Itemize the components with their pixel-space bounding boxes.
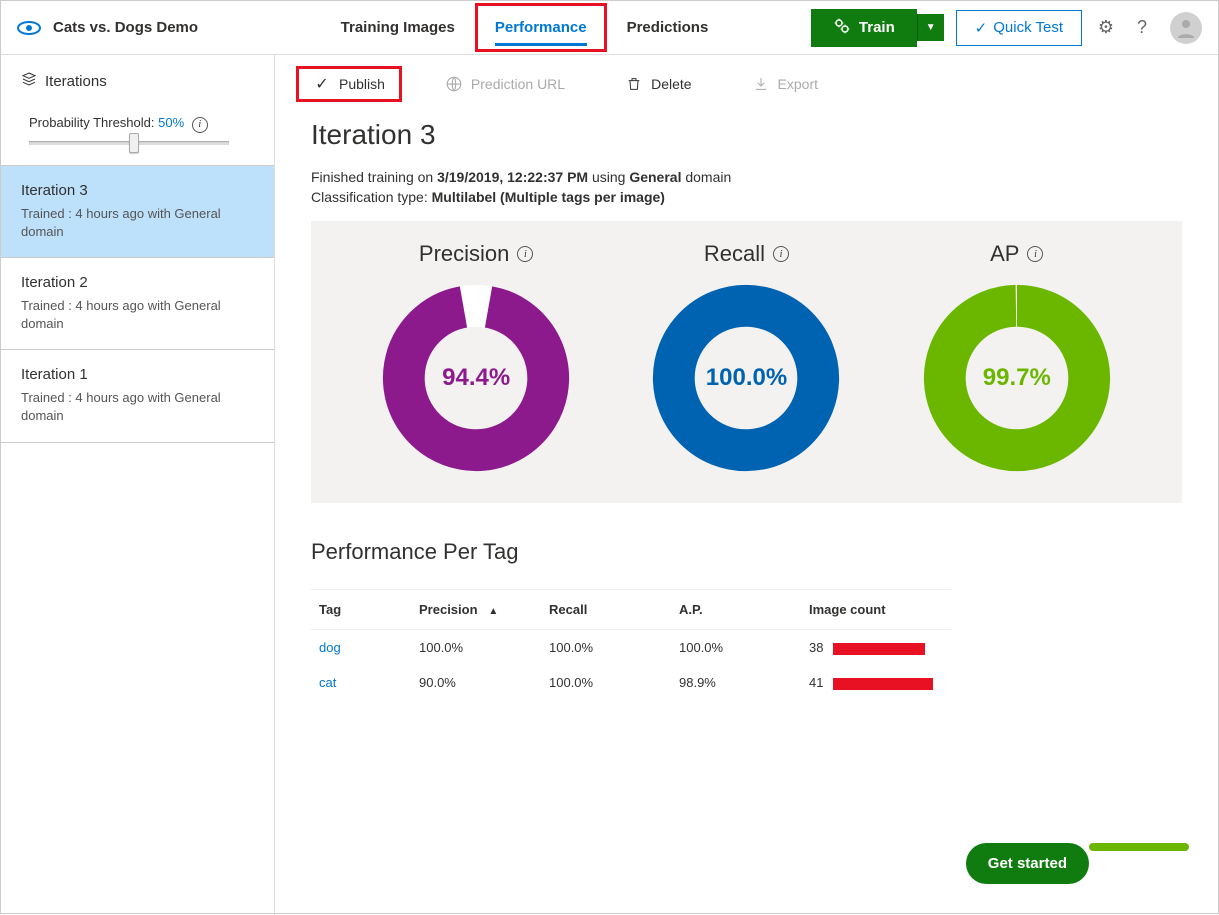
table-row: dog 100.0% 100.0% 100.0% 38 <box>311 630 951 666</box>
count-bar <box>833 643 925 655</box>
threshold-value: 50% <box>158 115 184 130</box>
precision-metric: Precision i 94.4% <box>356 241 596 473</box>
check-icon: ✓ <box>313 75 331 93</box>
cell-count: 41 <box>801 665 951 700</box>
col-ap[interactable]: A.P. <box>671 590 801 630</box>
delete-label: Delete <box>651 76 691 92</box>
cell-ap: 100.0% <box>671 630 801 666</box>
finished-training-line: Finished training on 3/19/2019, 12:22:37… <box>311 169 1182 185</box>
cell-precision: 90.0% <box>411 665 541 700</box>
project-name: Cats vs. Dogs Demo <box>53 19 198 36</box>
train-button-group: Train ▼ <box>811 9 944 47</box>
metrics-card: Precisioni 94.4% Recalli <box>311 221 1182 503</box>
ap-value: 99.7% <box>922 283 1112 473</box>
iteration-title: Iteration 2 <box>21 274 254 291</box>
col-tag[interactable]: Tag <box>311 590 411 630</box>
precision-value: 94.4% <box>381 283 571 473</box>
get-started-widget: Get started <box>966 843 1189 884</box>
help-button[interactable]: ? <box>1130 16 1154 40</box>
progress-pill <box>1089 843 1189 851</box>
classification-type-line: Classification type: Multilabel (Multipl… <box>311 189 1182 205</box>
table-row: cat 90.0% 100.0% 98.9% 41 <box>311 665 951 700</box>
train-button[interactable]: Train <box>811 9 917 47</box>
cell-recall: 100.0% <box>541 630 671 666</box>
recall-label: Recall <box>704 241 765 267</box>
info-icon[interactable]: i <box>517 246 533 262</box>
info-icon[interactable]: i <box>192 117 208 133</box>
count-bar <box>833 678 933 690</box>
publish-button[interactable]: ✓ Publish <box>299 69 399 99</box>
publish-label: Publish <box>339 76 385 92</box>
get-started-button[interactable]: Get started <box>966 843 1089 884</box>
gears-icon <box>833 17 851 39</box>
iteration-item-1[interactable]: Iteration 1 Trained : 4 hours ago with G… <box>1 350 274 442</box>
iterations-label: Iterations <box>45 73 107 90</box>
col-recall[interactable]: Recall <box>541 590 671 630</box>
threshold-label-row: Probability Threshold: 50% i <box>29 115 254 133</box>
tag-link-dog[interactable]: dog <box>319 640 341 655</box>
tab-performance[interactable]: Performance <box>475 3 607 52</box>
download-icon <box>752 75 770 93</box>
recall-value: 100.0% <box>651 283 841 473</box>
iteration-title: Iteration 1 <box>21 366 254 383</box>
check-icon: ✓ <box>975 19 988 37</box>
user-avatar[interactable] <box>1170 12 1202 44</box>
threshold-slider[interactable] <box>29 141 229 145</box>
gear-icon: ⚙ <box>1098 17 1114 38</box>
globe-icon <box>445 75 463 93</box>
layers-icon <box>21 71 37 91</box>
export-label: Export <box>778 76 818 92</box>
iteration-item-2[interactable]: Iteration 2 Trained : 4 hours ago with G… <box>1 258 274 350</box>
settings-button[interactable]: ⚙ <box>1094 16 1118 40</box>
person-icon <box>1174 16 1198 40</box>
tab-training-images[interactable]: Training Images <box>321 3 475 52</box>
customvision-logo-icon <box>17 16 41 40</box>
col-precision[interactable]: Precision ▲ <box>411 590 541 630</box>
ap-metric: AP i 99.7% <box>897 241 1137 473</box>
ap-label: AP <box>990 241 1019 267</box>
iteration-sub: Trained : 4 hours ago with General domai… <box>21 297 254 333</box>
cell-precision: 100.0% <box>411 630 541 666</box>
info-icon[interactable]: i <box>1027 246 1043 262</box>
performance-per-tag-title: Performance Per Tag <box>311 539 1182 565</box>
delete-button[interactable]: Delete <box>611 69 705 99</box>
cell-ap: 98.9% <box>671 665 801 700</box>
iteration-sub: Trained : 4 hours ago with General domai… <box>21 205 254 241</box>
iteration-title: Iteration 3 <box>21 182 254 199</box>
prediction-url-label: Prediction URL <box>471 76 565 92</box>
tab-predictions[interactable]: Predictions <box>607 3 729 52</box>
recall-metric: Recalli 100.0% <box>626 241 866 473</box>
threshold-label: Probability Threshold: <box>29 115 155 130</box>
tag-link-cat[interactable]: cat <box>319 675 336 690</box>
train-dropdown-caret[interactable]: ▼ <box>917 14 944 41</box>
cell-count: 38 <box>801 630 951 666</box>
iteration-item-3[interactable]: Iteration 3 Trained : 4 hours ago with G… <box>1 166 274 258</box>
iteration-sub: Trained : 4 hours ago with General domai… <box>21 389 254 425</box>
precision-label: Precision <box>419 241 509 267</box>
prediction-url-button: Prediction URL <box>431 69 579 99</box>
iterations-header: Iterations <box>1 55 274 107</box>
cell-recall: 100.0% <box>541 665 671 700</box>
info-icon[interactable]: i <box>773 246 789 262</box>
help-icon: ? <box>1137 17 1147 38</box>
quick-test-label: Quick Test <box>993 19 1063 36</box>
export-button: Export <box>738 69 832 99</box>
train-button-label: Train <box>859 19 895 36</box>
quick-test-button[interactable]: ✓ Quick Test <box>956 10 1082 46</box>
performance-table: Tag Precision ▲ Recall A.P. Image count … <box>311 589 951 700</box>
col-image-count[interactable]: Image count <box>801 590 951 630</box>
trash-icon <box>625 75 643 93</box>
slider-thumb[interactable] <box>129 133 139 153</box>
page-title: Iteration 3 <box>311 119 1182 151</box>
sort-up-icon: ▲ <box>488 606 498 617</box>
